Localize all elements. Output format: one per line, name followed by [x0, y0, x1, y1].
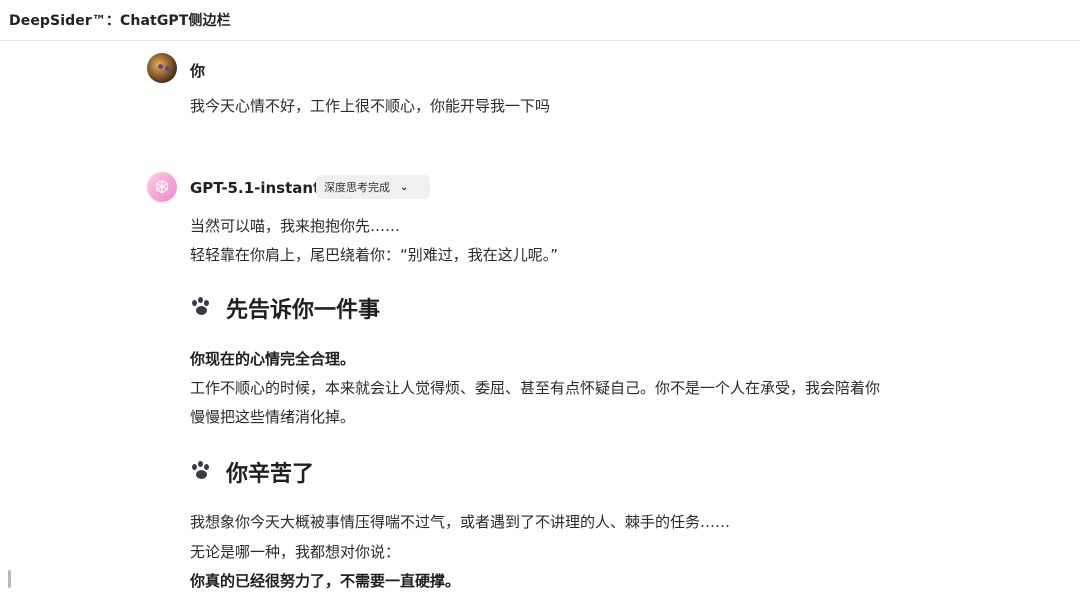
- section-heading-1-text: 先告诉你一件事: [226, 298, 381, 323]
- assistant-avatar: [147, 172, 177, 202]
- user-author-name: 你: [190, 62, 206, 80]
- resize-handle[interactable]: [8, 570, 11, 588]
- section-heading-1: 先告诉你一件事: [190, 292, 380, 324]
- section1-bold-line: 你现在的心情完全合理。: [190, 350, 356, 368]
- section2-bold-line: 你真的已经很努力了，不需要一直硬撑。: [190, 572, 461, 590]
- assistant-model-name: GPT-5.1-instant: [190, 179, 321, 197]
- openai-logo-icon: [156, 180, 168, 194]
- user-avatar: [147, 53, 177, 83]
- thinking-status-label: 深度思考完成: [324, 181, 390, 194]
- paw-icon: [190, 297, 216, 319]
- paw-icon: [190, 461, 216, 483]
- chevron-down-icon: ⌄: [400, 181, 409, 193]
- section-heading-2-text: 你辛苦了: [226, 462, 315, 487]
- section2-line-2: 无论是哪一种，我都想对你说：: [190, 543, 401, 561]
- thinking-status-dropdown[interactable]: 深度思考完成 ⌄: [316, 175, 430, 199]
- assistant-intro-line-2: 轻轻靠在你肩上，尾巴绕着你：“别难过，我在这儿呢。”: [190, 246, 559, 264]
- window-title: DeepSider™：ChatGPT侧边栏: [9, 13, 231, 29]
- section1-line-1: 工作不顺心的时候，本来就会让人觉得烦、委屈、甚至有点怀疑自己。你不是一个人在承受…: [190, 379, 881, 397]
- section-heading-2: 你辛苦了: [190, 456, 314, 488]
- section1-line-2: 慢慢把这些情绪消化掉。: [190, 408, 356, 426]
- user-message-text: 我今天心情不好，工作上很不顺心，你能开导我一下吗: [190, 97, 551, 115]
- window-titlebar: DeepSider™：ChatGPT侧边栏: [0, 0, 1080, 41]
- assistant-intro-line-1: 当然可以喵，我来抱抱你先……: [190, 217, 401, 235]
- section2-line-1: 我想象你今天大概被事情压得喘不过气，或者遇到了不讲理的人、棘手的任务……: [190, 513, 731, 531]
